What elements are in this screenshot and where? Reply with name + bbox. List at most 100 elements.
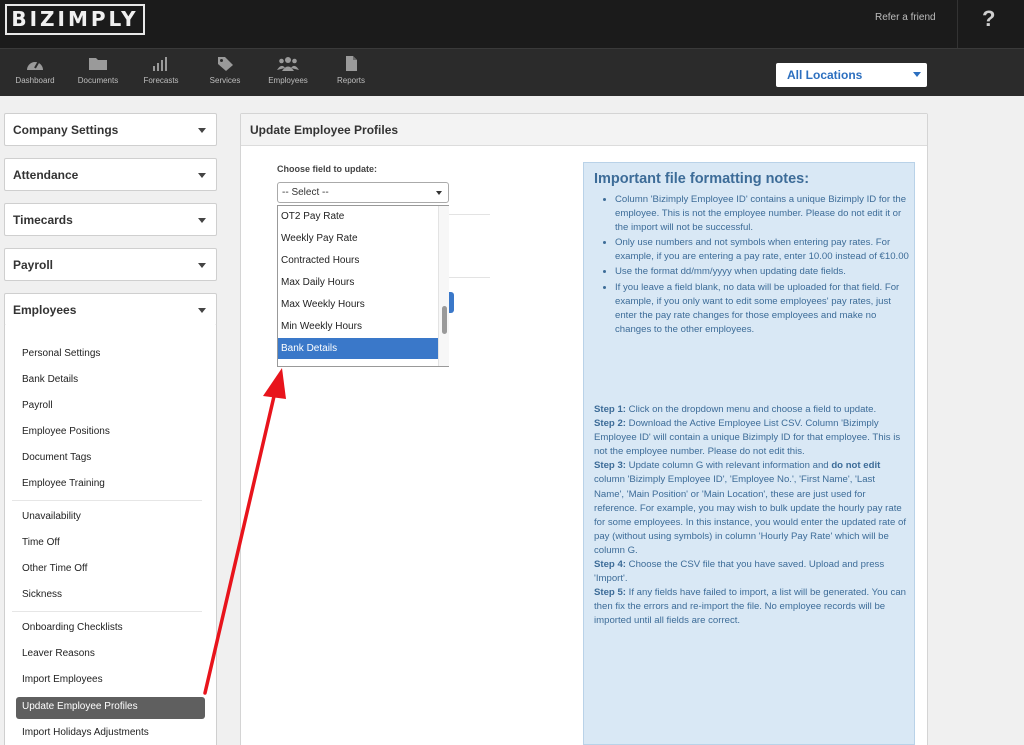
nav-reports[interactable]: Reports (334, 55, 368, 85)
nav-documents[interactable]: Documents (74, 55, 122, 85)
chevron-down-icon (913, 72, 921, 77)
nav-employees[interactable]: Employees (264, 55, 312, 85)
step-text: Choose the CSV file that you have saved.… (594, 559, 885, 585)
nav-services[interactable]: Services (206, 55, 244, 85)
main-nav: Dashboard Documents Forecasts Services E… (0, 48, 1024, 96)
sidebar-item-employee-training[interactable]: Employee Training (22, 478, 105, 489)
sidebar-item-document-tags[interactable]: Document Tags (22, 452, 91, 463)
sidebar-item-unavailability[interactable]: Unavailability (22, 511, 81, 522)
step-text: Download the Active Employee List CSV. C… (594, 418, 901, 458)
sidebar-item-update-employee-profiles[interactable]: Update Employee Profiles (22, 701, 138, 712)
sidebar-panel-employees[interactable]: Employees (4, 293, 217, 326)
scrollbar-thumb[interactable] (442, 306, 447, 334)
step-label: Step 4: (594, 559, 626, 571)
chevron-down-icon (198, 173, 206, 178)
dropdown-option-selected[interactable]: Bank Details (278, 338, 438, 359)
location-select-value: All Locations (787, 68, 863, 82)
notes-bullet: Only use numbers and not symbols when en… (615, 236, 911, 264)
field-select-value: -- Select -- (282, 187, 329, 198)
form-divider (449, 277, 490, 278)
sidebar-panel-payroll[interactable]: Payroll (4, 248, 217, 281)
step-label: Step 2: (594, 418, 626, 430)
step-label: Step 3: (594, 460, 626, 472)
help-button[interactable]: ? (957, 0, 1024, 48)
refer-friend-link[interactable]: Refer a friend (875, 12, 936, 23)
dropdown-option[interactable]: Contracted Hours (278, 250, 438, 271)
nav-label: Reports (336, 76, 365, 85)
file-icon (346, 56, 357, 71)
notes-bullet: Use the format dd/mm/yyyy when updating … (615, 265, 911, 279)
help-icon: ? (982, 6, 996, 31)
sidebar-item-sickness[interactable]: Sickness (22, 589, 62, 600)
dropdown-option[interactable]: Max Weekly Hours (278, 294, 438, 315)
main-panel-header: Update Employee Profiles (241, 114, 927, 146)
notes-steps: Step 1: Click on the dropdown menu and c… (594, 403, 906, 629)
sidebar-panel-attendance[interactable]: Attendance (4, 158, 217, 191)
step-3: Step 3: Update column G with relevant in… (594, 459, 906, 558)
folder-icon (89, 58, 107, 70)
formatting-notes: Important file formatting notes: Column … (583, 162, 915, 745)
step-text: Update column G with relevant informatio… (626, 460, 832, 472)
sidebar-item-import-holidays-adjustments[interactable]: Import Holidays Adjustments (22, 727, 149, 738)
field-select-dropdown: OT2 Pay Rate Weekly Pay Rate Contracted … (277, 205, 449, 367)
dropdown-option[interactable]: Min Weekly Hours (278, 316, 438, 337)
sidebar-item-bank-details[interactable]: Bank Details (22, 374, 78, 385)
sidebar-item-personal-settings[interactable]: Personal Settings (22, 348, 100, 359)
nav-label: Documents (77, 76, 119, 85)
step-4: Step 4: Choose the CSV file that you hav… (594, 558, 906, 586)
sidebar-panel-timecards[interactable]: Timecards (4, 203, 217, 236)
top-bar: BIZIMPLY Refer a friend ? (0, 0, 1024, 48)
nav-label: Employees (268, 76, 308, 85)
dropdown-scrollbar[interactable] (438, 206, 449, 366)
sidebar-item-leaver-reasons[interactable]: Leaver Reasons (22, 648, 95, 659)
chevron-down-icon (436, 191, 442, 195)
step-text: Click on the dropdown menu and choose a … (626, 404, 877, 415)
sidebar-divider (12, 611, 202, 612)
gauge-icon (27, 60, 43, 70)
page-title: Update Employee Profiles (250, 123, 399, 137)
location-select[interactable]: All Locations (776, 63, 927, 87)
step-text: column 'Bizimply Employee ID', 'Employee… (594, 474, 906, 556)
sidebar-item-time-off[interactable]: Time Off (22, 537, 60, 548)
panel-label: Payroll (13, 258, 54, 272)
step-emphasis: do not edit (831, 460, 881, 472)
chevron-down-icon (198, 263, 206, 268)
nav-dashboard[interactable]: Dashboard (13, 55, 57, 85)
nav-forecasts[interactable]: Forecasts (140, 55, 182, 85)
app-logo[interactable]: BIZIMPLY (5, 4, 145, 35)
sidebar-panel-company-settings[interactable]: Company Settings (4, 113, 217, 146)
chevron-down-icon (198, 218, 206, 223)
tag-icon (218, 57, 233, 71)
step-text: If any fields have failed to import, a l… (594, 587, 906, 627)
notes-bullet: If you leave a field blank, no data will… (615, 281, 911, 337)
nav-label: Services (209, 76, 241, 85)
step-1: Step 1: Click on the dropdown menu and c… (594, 403, 906, 417)
panel-label: Company Settings (13, 123, 119, 137)
notes-bullets: Column 'Bizimply Employee ID' contains a… (615, 193, 911, 338)
step-label: Step 1: (594, 404, 626, 415)
chevron-down-icon (198, 128, 206, 133)
step-5: Step 5: If any fields have failed to imp… (594, 586, 906, 628)
dropdown-option[interactable]: OT2 Pay Rate (278, 206, 438, 227)
dropdown-option[interactable]: Weekly Pay Rate (278, 228, 438, 249)
sidebar-divider (12, 500, 202, 501)
nav-label: Dashboard (15, 76, 55, 85)
panel-label: Attendance (13, 168, 79, 182)
sidebar-item-employee-positions[interactable]: Employee Positions (22, 426, 110, 437)
sidebar-item-onboarding-checklists[interactable]: Onboarding Checklists (22, 622, 123, 633)
field-select-label: Choose field to update: (277, 164, 377, 174)
notes-title: Important file formatting notes: (594, 171, 810, 187)
form-divider (449, 214, 490, 215)
panel-label: Employees (13, 303, 77, 317)
sidebar-item-other-time-off[interactable]: Other Time Off (22, 563, 87, 574)
chevron-down-icon (198, 308, 206, 313)
sidebar-item-import-employees[interactable]: Import Employees (22, 674, 103, 685)
step-label: Step 5: (594, 587, 626, 599)
bars-icon (153, 57, 167, 71)
nav-label: Forecasts (143, 76, 179, 85)
panel-label: Timecards (13, 213, 73, 227)
dropdown-option[interactable]: Max Daily Hours (278, 272, 438, 293)
field-select[interactable]: -- Select -- (277, 182, 449, 203)
sidebar-item-payroll[interactable]: Payroll (22, 400, 53, 411)
notes-bullet: Column 'Bizimply Employee ID' contains a… (615, 193, 911, 235)
